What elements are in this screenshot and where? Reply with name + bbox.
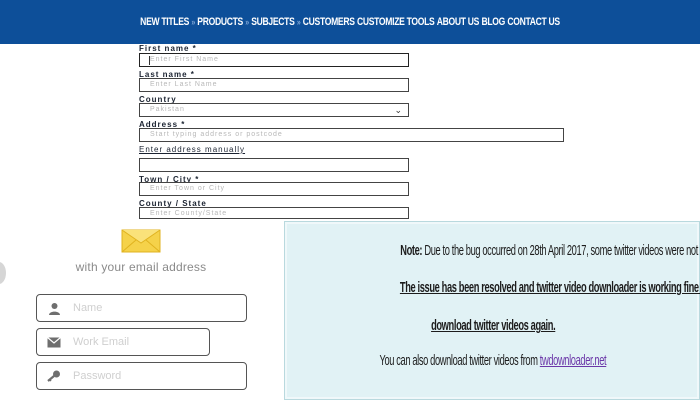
note-label: Note: [400,242,423,259]
nav-separator-icon: » [296,17,301,27]
nav-separator-icon: » [191,17,195,27]
last-name-field[interactable]: Enter Last Name [139,78,409,92]
nav-link-contact-us[interactable]: CONTACT US [507,16,560,28]
first-name-placeholder: Enter First Name [150,56,219,63]
address-line-field[interactable] [139,158,409,172]
twdownloader-link[interactable]: twdownloader.net [540,352,607,369]
town-placeholder: Enter Town or City [150,185,226,192]
note-line: Note: Due to the bug occurred on 28th Ap… [285,242,700,259]
password-input[interactable]: Password [36,362,247,390]
signup-promo-text: with your email address [75,260,207,274]
work-email-input[interactable]: Work Email [36,328,210,356]
address-form: First name * Enter First Name Last name … [0,44,700,224]
mail-icon [47,335,61,349]
first-name-label: First name * [139,44,197,53]
nav-link-subjects[interactable]: SUBJECTS [251,16,295,28]
note-text: Due to the bug occurred on 28th April 20… [424,242,700,259]
name-input[interactable]: Name [36,294,247,322]
county-placeholder: Enter County/State [150,210,228,217]
first-name-field[interactable]: Enter First Name [139,53,409,67]
key-icon [47,369,61,383]
country-select[interactable]: Pakistan ⌄ [139,103,409,117]
nav-link-about-us[interactable]: ABOUT US [437,16,480,28]
password-placeholder: Password [73,370,122,382]
last-name-placeholder: Enter Last Name [150,81,218,88]
town-field[interactable]: Enter Town or City [139,182,409,196]
address-placeholder: Start typing address or postcode [150,131,283,138]
resolved-text-1: The issue has been resolved and twitter … [399,279,700,296]
email-placeholder: Work Email [73,336,130,348]
nav-separator-icon: » [245,17,249,27]
envelope-icon [120,228,162,254]
address-field[interactable]: Start typing address or postcode [139,128,564,142]
nav-link-blog[interactable]: BLOG [481,16,505,28]
resolved-line-1: The issue has been resolved and twitter … [285,279,700,296]
top-nav-bar: NEW TITLES» PRODUCTS» SUBJECTS» CUSTOMERS CU… [0,0,700,44]
nav-link-new-titles[interactable]: NEW TITLES [140,16,189,28]
resolved-text-2: download twitter videos again. [430,317,556,334]
also-text: You can also download twitter videos fro… [379,352,540,369]
also-download-line: You can also download twitter videos fro… [285,352,700,369]
page: NEW TITLES» PRODUCTS» SUBJECTS» CUSTOMERS CU… [0,0,700,400]
country-selected-value: Pakistan [150,106,185,113]
county-field[interactable]: Enter County/State [139,207,409,219]
nav-link-products[interactable]: PRODUCTS [197,16,243,28]
enter-address-manually-link[interactable]: Enter address manually [139,145,245,154]
name-placeholder: Name [73,302,103,314]
chevron-down-icon: ⌄ [394,105,403,115]
nav-link-customers[interactable]: CUSTOMERS [303,16,355,28]
resolved-line-2: download twitter videos again. [285,317,700,334]
notice-box: Note: Due to the bug occurred on 28th Ap… [284,221,700,400]
nav-links: NEW TITLES» PRODUCTS» SUBJECTS» CUSTOMERS CU… [140,16,560,28]
nav-link-customize-tools[interactable]: CUSTOMIZE TOOLS [357,16,435,28]
text-caret [149,56,150,65]
user-icon [47,301,61,315]
